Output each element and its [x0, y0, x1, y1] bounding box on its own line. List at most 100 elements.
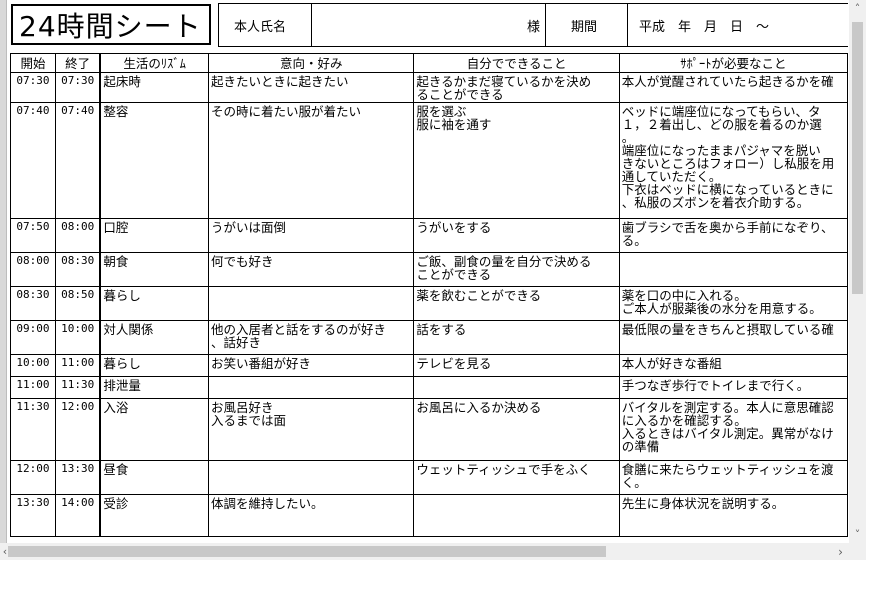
row-support-needed[interactable]: 本人が覚醒されていたら起きるかを確 — [618, 72, 848, 103]
row-preference[interactable]: お笑い番組が好き — [208, 354, 415, 377]
row-end-time[interactable]: 14:00 — [54, 494, 101, 537]
row-support-needed[interactable]: 薬を口の中に入れる。 ご本人が服薬後の水分を用意する。 — [618, 286, 848, 321]
sheet-left-edge — [0, 0, 7, 543]
row-start-time[interactable]: 08:00 — [10, 252, 56, 287]
row-preference[interactable]: 起きたいときに起きたい — [208, 72, 415, 103]
row-preference[interactable]: 何でも好き — [208, 252, 415, 287]
scroll-down-icon[interactable]: ˅ — [849, 526, 866, 543]
row-support-needed[interactable]: 最低限の量をきちんと摂取している確 — [618, 320, 848, 355]
honorific-label[interactable]: 様 — [527, 4, 540, 46]
row-preference[interactable] — [208, 460, 415, 495]
table-row: 11:30 12:00 入浴 お風呂好き 入るまでは面 お風呂に入るか決める バイタルを測… — [10, 398, 848, 461]
row-end-time[interactable]: 12:00 — [54, 398, 101, 461]
info-row: 本人氏名 様 期間 平成 年 月 日 ～ — [218, 3, 848, 47]
col-end-header[interactable]: 終了 — [54, 53, 101, 73]
table-header-row: 開始 終了 生活のﾘｽﾞﾑ 意向・好み 自分でできること ｻﾎﾟｰﾄが必要なこと — [10, 53, 848, 73]
vertical-scroll-thumb[interactable] — [852, 22, 863, 294]
scroll-right-icon[interactable]: › — [832, 543, 849, 560]
table-row: 08:00 08:30 朝食 何でも好き ご飯、副食の量を自分で決める ことができる — [10, 252, 848, 287]
row-start-time[interactable]: 07:30 — [10, 72, 56, 103]
row-rhythm[interactable]: 整容 — [99, 102, 210, 219]
row-end-time[interactable]: 10:00 — [54, 320, 101, 355]
row-support-needed[interactable]: 食膳に来たらウェットティッシュを渡 く。 — [618, 460, 848, 495]
row-rhythm[interactable]: 昼食 — [99, 460, 210, 495]
row-start-time[interactable]: 11:30 — [10, 398, 56, 461]
row-rhythm[interactable]: 暮らし — [99, 354, 210, 377]
row-self-ability[interactable]: 薬を飲むことができる — [413, 286, 620, 321]
row-self-ability[interactable]: ウェットティッシュで手をふく — [413, 460, 620, 495]
table-row: 13:30 14:00 受診 体調を維持したい。 先生に身体状況を説明する。 — [10, 494, 848, 537]
divider — [311, 4, 312, 46]
row-support-needed[interactable]: ベッドに端座位になってもらい、タ １，２着出し、どの服を着るのか選 。 端座位に… — [618, 102, 848, 219]
row-support-needed[interactable]: 先生に身体状況を説明する。 — [618, 494, 848, 537]
row-self-ability[interactable]: 起きるかまだ寝ているかを決め ることができる — [413, 72, 620, 103]
period-label[interactable]: 期間 — [571, 4, 597, 46]
row-start-time[interactable]: 10:00 — [10, 354, 56, 377]
row-end-time[interactable]: 11:00 — [54, 354, 101, 377]
row-self-ability[interactable]: お風呂に入るか決める — [413, 398, 620, 461]
row-preference[interactable] — [208, 286, 415, 321]
table-row: 09:00 10:00 対人関係 他の入居者と話をするのが好き 、話好き 話をする 最低限… — [10, 320, 848, 355]
row-rhythm[interactable]: 朝食 — [99, 252, 210, 287]
row-end-time[interactable]: 08:00 — [54, 218, 101, 253]
row-rhythm[interactable]: 対人関係 — [99, 320, 210, 355]
name-label[interactable]: 本人氏名 — [234, 4, 286, 46]
col-start-header[interactable]: 開始 — [10, 53, 56, 73]
row-self-ability[interactable] — [413, 494, 620, 537]
row-end-time[interactable]: 07:40 — [54, 102, 101, 219]
table-row: 11:00 11:30 排泄量 手つなぎ歩行でトイレまで行く。 — [10, 376, 848, 399]
row-support-needed[interactable] — [618, 252, 848, 287]
col-rhythm-header[interactable]: 生活のﾘｽﾞﾑ — [99, 53, 210, 73]
table-row: 10:00 11:00 暮らし お笑い番組が好き テレビを見る 本人が好きな番組 — [10, 354, 848, 377]
divider — [627, 4, 628, 46]
table-row: 07:50 08:00 口腔 うがいは面倒 うがいをする 歯ブラシで舌を奥から手前になぞり… — [10, 218, 848, 253]
table-row: 08:30 08:50 暮らし 薬を飲むことができる 薬を口の中に入れる。 ご本人が服薬… — [10, 286, 848, 321]
row-start-time[interactable]: 12:00 — [10, 460, 56, 495]
spreadsheet-sheet: 24時間シート 本人氏名 様 期間 平成 年 月 日 ～ 開始 終了 生活のﾘｽ… — [0, 0, 848, 543]
col-preference-header[interactable]: 意向・好み — [208, 53, 415, 73]
row-start-time[interactable]: 07:40 — [10, 102, 56, 219]
row-rhythm[interactable]: 暮らし — [99, 286, 210, 321]
row-preference[interactable]: うがいは面倒 — [208, 218, 415, 253]
table-row: 07:40 07:40 整容 その時に着たい服が着たい 服を選ぶ 服に袖を通す ベッドに端… — [10, 102, 848, 219]
horizontal-scroll-thumb[interactable] — [8, 546, 606, 557]
period-value[interactable]: 平成 年 月 日 ～ — [639, 4, 769, 46]
row-self-ability[interactable]: テレビを見る — [413, 354, 620, 377]
row-rhythm[interactable]: 入浴 — [99, 398, 210, 461]
row-support-needed[interactable]: 歯ブラシで舌を奥から手前になぞり、 る。 — [618, 218, 848, 253]
col-self-header[interactable]: 自分でできること — [413, 53, 620, 73]
row-self-ability[interactable] — [413, 376, 620, 399]
row-preference[interactable] — [208, 376, 415, 399]
schedule-table: 開始 終了 生活のﾘｽﾞﾑ 意向・好み 自分でできること ｻﾎﾟｰﾄが必要なこと… — [10, 53, 848, 537]
scroll-up-icon[interactable]: ˄ — [849, 0, 866, 17]
row-self-ability[interactable]: 服を選ぶ 服に袖を通す — [413, 102, 620, 219]
row-end-time[interactable]: 08:50 — [54, 286, 101, 321]
col-support-header[interactable]: ｻﾎﾟｰﾄが必要なこと — [618, 53, 848, 73]
row-rhythm[interactable]: 口腔 — [99, 218, 210, 253]
row-end-time[interactable]: 08:30 — [54, 252, 101, 287]
scroll-left-icon[interactable]: ‹ — [0, 543, 10, 560]
row-start-time[interactable]: 07:50 — [10, 218, 56, 253]
row-rhythm[interactable]: 受診 — [99, 494, 210, 537]
row-support-needed[interactable]: バイタルを測定する。本人に意思確認 に入るかを確認する。 入るときはバイタル測定… — [618, 398, 848, 461]
row-preference[interactable]: 体調を維持したい。 — [208, 494, 415, 537]
divider — [545, 4, 546, 46]
row-rhythm[interactable]: 排泄量 — [99, 376, 210, 399]
row-start-time[interactable]: 11:00 — [10, 376, 56, 399]
row-preference[interactable]: その時に着たい服が着たい — [208, 102, 415, 219]
row-preference[interactable]: お風呂好き 入るまでは面 — [208, 398, 415, 461]
row-start-time[interactable]: 08:30 — [10, 286, 56, 321]
row-end-time[interactable]: 13:30 — [54, 460, 101, 495]
row-start-time[interactable]: 09:00 — [10, 320, 56, 355]
row-end-time[interactable]: 07:30 — [54, 72, 101, 103]
row-support-needed[interactable]: 手つなぎ歩行でトイレまで行く。 — [618, 376, 848, 399]
row-self-ability[interactable]: 話をする — [413, 320, 620, 355]
row-self-ability[interactable]: うがいをする — [413, 218, 620, 253]
row-self-ability[interactable]: ご飯、副食の量を自分で決める ことができる — [413, 252, 620, 287]
row-preference[interactable]: 他の入居者と話をするのが好き 、話好き — [208, 320, 415, 355]
row-support-needed[interactable]: 本人が好きな番組 — [618, 354, 848, 377]
row-end-time[interactable]: 11:30 — [54, 376, 101, 399]
row-start-time[interactable]: 13:30 — [10, 494, 56, 537]
row-rhythm[interactable]: 起床時 — [99, 72, 210, 103]
sheet-title[interactable]: 24時間シート — [11, 4, 211, 45]
